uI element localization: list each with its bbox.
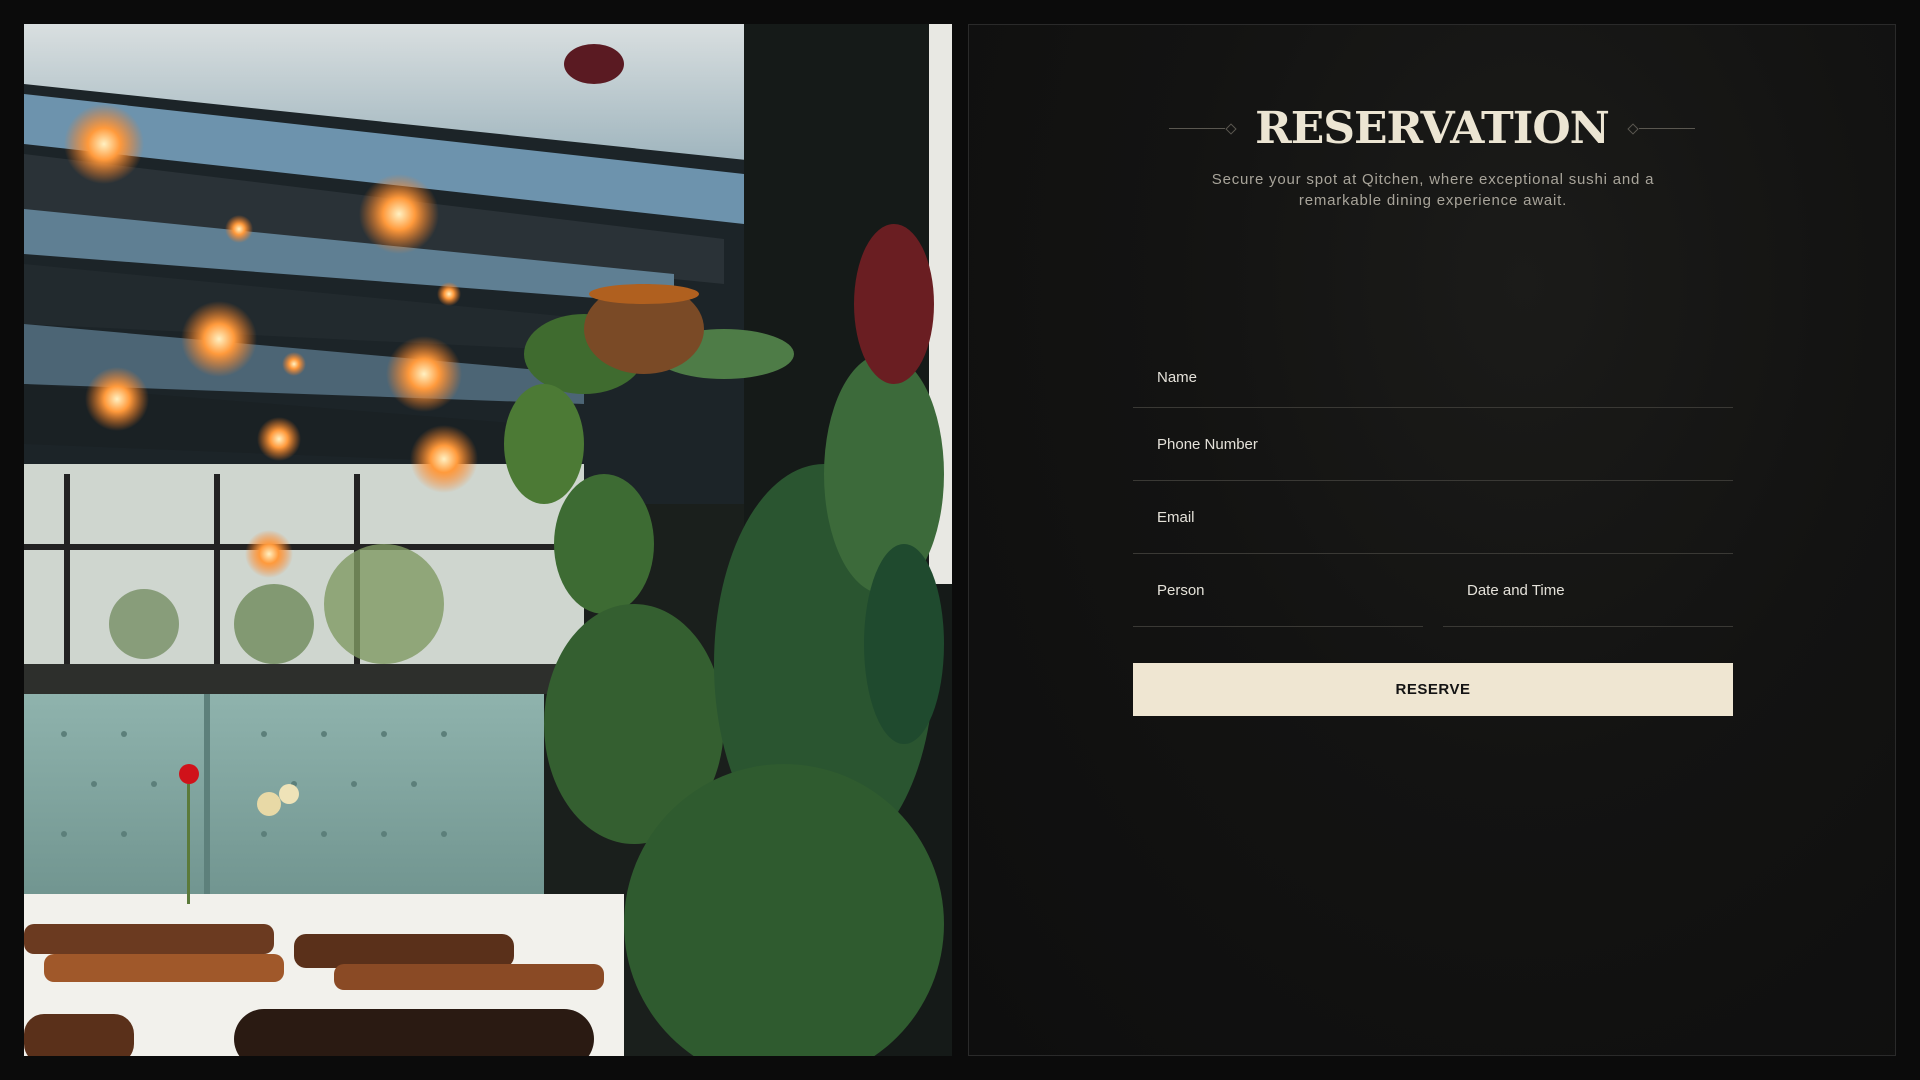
reserve-button[interactable]: RESERVE [1133, 663, 1733, 716]
reservation-form: Name Phone Number Email Person Date and … [1133, 347, 1733, 627]
ornament-diamond-icon [1627, 122, 1639, 135]
person-field[interactable]: Person [1133, 554, 1423, 627]
field-row: Person Date and Time [1133, 554, 1733, 627]
email-field[interactable]: Email [1133, 481, 1733, 554]
title-row: RESERVATION [969, 103, 1895, 154]
page-subtitle: Secure your spot at Qitchen, where excep… [1211, 171, 1655, 209]
restaurant-interior-illustration [24, 24, 952, 1056]
reservation-panel: RESERVATION Secure your spot at Qitchen,… [968, 24, 1896, 1056]
name-field[interactable]: Name [1133, 347, 1733, 408]
ornament-diamond-icon [1225, 122, 1237, 135]
page-title: RESERVATION [1255, 103, 1610, 154]
datetime-field[interactable]: Date and Time [1443, 554, 1733, 627]
ornament-right [1627, 122, 1695, 135]
restaurant-photo [24, 24, 952, 1056]
ornament-left [1169, 122, 1237, 135]
phone-field[interactable]: Phone Number [1133, 408, 1733, 481]
